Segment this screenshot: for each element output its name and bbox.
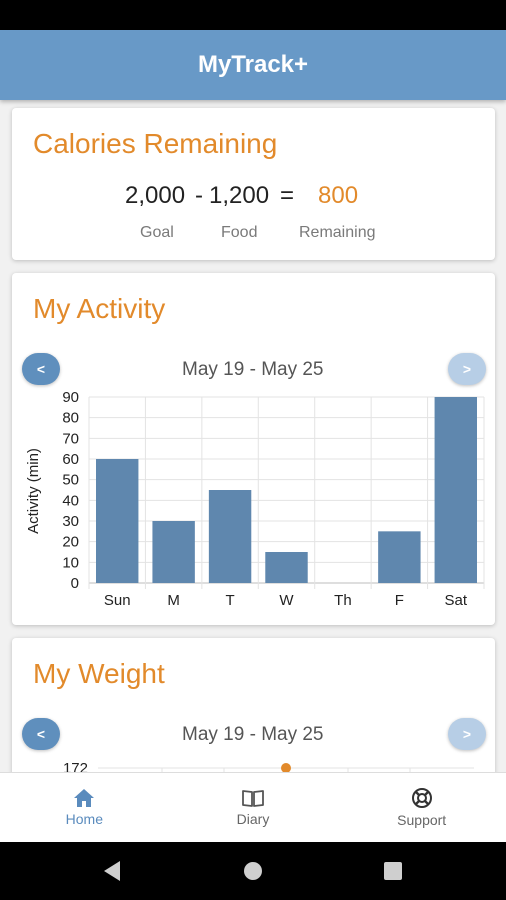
minus-sign: - bbox=[195, 182, 203, 209]
chart-bar-m bbox=[152, 521, 195, 583]
chart-x-tick-label: M bbox=[167, 592, 180, 609]
activity-card: My Activity < May 19 - May 25 > 0 10 20 30 4… bbox=[12, 273, 495, 625]
app-title: MyTrack+ bbox=[197, 51, 309, 78]
chart-y-tick-label: 10 bbox=[62, 554, 79, 571]
nav-diary-label: Diary bbox=[236, 811, 270, 827]
main-content[interactable]: Calories Remaining 2,000 - 1,200 = 800 G… bbox=[0, 100, 506, 772]
chart-x-tick-label: F bbox=[395, 592, 404, 609]
equals-sign: = bbox=[280, 182, 295, 209]
food-value: 1,200 bbox=[209, 182, 270, 209]
home-icon bbox=[74, 789, 95, 807]
chart-bar-f bbox=[378, 531, 421, 583]
bottom-nav: Home Diary Support bbox=[0, 772, 506, 842]
home-system-icon[interactable] bbox=[244, 862, 262, 880]
chart-bar-sun bbox=[96, 459, 139, 583]
remaining-value: 800 bbox=[318, 182, 359, 209]
goal-label: Goal bbox=[140, 224, 174, 241]
recents-icon[interactable] bbox=[384, 862, 402, 880]
chart-y-tick-label: 80 bbox=[62, 410, 79, 427]
status-bar bbox=[0, 0, 506, 30]
weight-y-tick-172: 172 bbox=[63, 760, 88, 772]
nav-support[interactable]: Support bbox=[337, 773, 506, 842]
system-nav-bar bbox=[0, 842, 506, 900]
chart-y-tick-label: 0 bbox=[71, 575, 79, 592]
chart-x-tick-label: Th bbox=[334, 592, 352, 609]
activity-title: My Activity bbox=[33, 293, 166, 324]
chart-bar-w bbox=[265, 552, 308, 583]
chart-bar-t bbox=[208, 490, 252, 583]
chart-bar-sat bbox=[434, 397, 477, 583]
chart-x-tick-label: Sun bbox=[104, 592, 131, 609]
chart-y-tick-label: 30 bbox=[62, 513, 79, 530]
app-bar: MyTrack+ bbox=[0, 30, 506, 100]
nav-diary[interactable]: Diary bbox=[169, 773, 338, 842]
calories-title: Calories Remaining bbox=[33, 128, 278, 159]
activity-next-week-button[interactable]: > bbox=[448, 353, 486, 385]
nav-home[interactable]: Home bbox=[0, 773, 169, 842]
calories-card: Calories Remaining 2,000 - 1,200 = 800 G… bbox=[12, 108, 495, 260]
weight-chart: 172 bbox=[63, 760, 474, 772]
chart-y-tick-label: 70 bbox=[62, 430, 79, 447]
activity-week-label: May 19 - May 25 bbox=[182, 359, 324, 380]
nav-support-label: Support bbox=[397, 812, 447, 828]
weight-card: My Weight < May 19 - May 25 > 172 bbox=[12, 638, 495, 772]
chart-y-tick-label: 50 bbox=[62, 472, 79, 489]
chart-x-tick-label: T bbox=[225, 592, 234, 609]
lifebuoy-icon bbox=[411, 788, 432, 808]
chart-x-tick-label: W bbox=[279, 592, 294, 609]
chart-x-tick-labels: Sun M T W Th F Sat bbox=[104, 592, 468, 609]
back-icon[interactable] bbox=[104, 861, 120, 881]
activity-prev-week-button[interactable]: < bbox=[22, 353, 60, 385]
chart-y-tick-label: 90 bbox=[62, 389, 79, 406]
weight-data-point bbox=[281, 763, 291, 772]
weight-title: My Weight bbox=[33, 658, 165, 689]
chart-bars bbox=[96, 397, 477, 583]
food-label: Food bbox=[221, 224, 258, 241]
chart-x-tick-label: Sat bbox=[445, 592, 468, 609]
nav-home-label: Home bbox=[65, 811, 104, 827]
goal-value: 2,000 bbox=[125, 182, 186, 209]
chart-y-axis-label: Activity (min) bbox=[25, 448, 42, 534]
chart-y-tick-label: 60 bbox=[62, 451, 79, 468]
chart-y-tick-label: 40 bbox=[62, 492, 79, 509]
chart-y-tick-label: 20 bbox=[62, 534, 79, 551]
remaining-label: Remaining bbox=[299, 224, 376, 241]
activity-chart: 0 10 20 30 40 50 60 70 80 90 Sun M T W Th F Sat Activit… bbox=[25, 389, 485, 609]
weight-week-label: May 19 - May 25 bbox=[182, 724, 324, 745]
book-icon bbox=[242, 790, 264, 807]
chart-y-tick-labels: 0 10 20 30 40 50 60 70 80 90 bbox=[62, 389, 79, 592]
weight-next-week-button[interactable]: > bbox=[448, 718, 486, 750]
weight-prev-week-button[interactable]: < bbox=[22, 718, 60, 750]
